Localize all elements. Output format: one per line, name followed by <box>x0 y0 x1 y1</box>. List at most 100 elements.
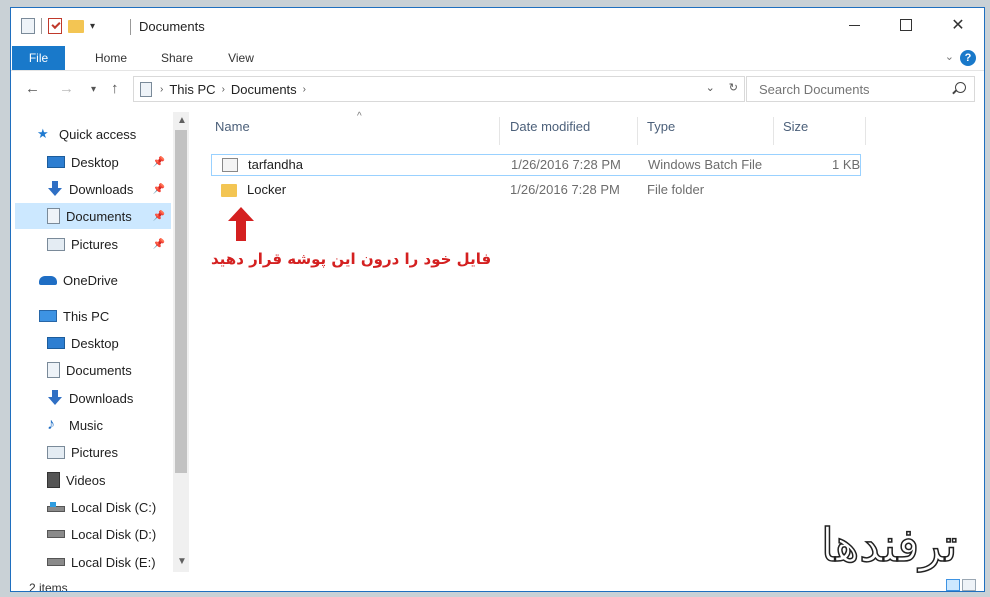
up-arrow-icon[interactable]: ↑ <box>111 80 119 97</box>
address-bar[interactable]: › This PC › Documents › ⌄ ↻ <box>133 76 745 102</box>
nav-scroll-thumb[interactable] <box>175 130 187 473</box>
refresh-icon[interactable]: ↻ <box>729 81 738 94</box>
file-name: Locker <box>247 182 287 197</box>
column-divider[interactable] <box>499 117 500 145</box>
nav-label: Pictures <box>71 236 118 252</box>
checkmark-icon[interactable] <box>48 18 62 34</box>
file-row[interactable]: tarfandha 1/26/2016 7:28 PM Windows Batc… <box>211 154 861 176</box>
large-icons-view-icon[interactable] <box>962 579 976 591</box>
nav-label: Documents <box>66 362 132 378</box>
nav-label: Downloads <box>69 181 134 197</box>
pin-icon[interactable]: 📌 <box>153 239 165 250</box>
file-size: 1 KB <box>832 157 861 172</box>
nav-quick-pictures[interactable]: Pictures 📌 <box>47 231 171 257</box>
breadcrumb-separator-icon[interactable]: › <box>222 84 225 95</box>
minimize-icon <box>848 24 860 26</box>
help-icon[interactable]: ? <box>960 50 976 66</box>
documents-location-icon <box>140 81 152 97</box>
nav-pc-music[interactable]: ♪ Music <box>47 412 171 438</box>
nav-pc-videos[interactable]: Videos <box>47 467 171 493</box>
title-bar: ▾ Documents ✕ <box>11 8 984 46</box>
tab-view[interactable]: View <box>213 46 269 70</box>
close-icon: ✕ <box>951 17 965 34</box>
breadcrumb-separator-icon[interactable]: › <box>303 84 306 95</box>
ribbon-tabs: File Home Share View ⌄ ? <box>11 46 984 71</box>
column-divider[interactable] <box>637 117 638 145</box>
red-arrow-annotation <box>228 207 254 241</box>
desktop-icon <box>47 337 65 349</box>
disk-drive-icon <box>47 558 65 566</box>
breadcrumb-this-pc[interactable]: This PC <box>169 82 215 97</box>
desktop-icon <box>47 156 65 168</box>
breadcrumb-documents[interactable]: Documents <box>231 82 297 97</box>
file-list: ^ Name Date modified Type Size tarfandha… <box>201 109 971 574</box>
pin-icon[interactable]: 📌 <box>153 211 165 222</box>
back-arrow-icon[interactable]: ← <box>25 80 40 97</box>
folder-icon <box>221 184 237 200</box>
expand-ribbon-chevron-icon[interactable]: ⌄ <box>945 50 954 63</box>
nav-pc-disk-d[interactable]: Local Disk (D:) <box>47 521 171 547</box>
documents-icon <box>47 208 60 224</box>
nav-quick-downloads[interactable]: Downloads 📌 <box>47 176 171 202</box>
pin-icon[interactable]: 📌 <box>153 184 165 195</box>
tab-home[interactable]: Home <box>83 46 139 70</box>
file-row[interactable]: Locker 1/26/2016 7:28 PM File folder <box>211 179 861 201</box>
toolbar-divider <box>41 18 42 34</box>
title-divider <box>130 19 131 35</box>
address-dropdown-chevron-icon[interactable]: ⌄ <box>706 81 715 94</box>
nav-pc-downloads[interactable]: Downloads <box>47 385 171 411</box>
nav-quick-documents[interactable]: Documents 📌 <box>15 203 171 229</box>
tab-share[interactable]: Share <box>149 46 205 70</box>
column-header-type[interactable]: Type <box>647 109 675 145</box>
new-folder-icon[interactable] <box>68 19 84 33</box>
status-item-count: 2 items <box>29 581 68 592</box>
nav-pc-disk-e[interactable]: Local Disk (E:) <box>47 549 171 575</box>
file-type: Windows Batch File <box>648 157 763 172</box>
nav-label: Quick access <box>59 126 137 142</box>
scroll-down-chevron-icon[interactable]: ▼ <box>177 556 187 567</box>
onedrive-icon <box>39 275 57 285</box>
search-box[interactable] <box>746 76 975 102</box>
nav-label: Music <box>69 417 103 433</box>
nav-quick-desktop[interactable]: Desktop 📌 <box>47 149 171 175</box>
column-header-date-modified[interactable]: Date modified <box>510 109 590 145</box>
batch-file-icon <box>222 158 238 175</box>
nav-pc-pictures[interactable]: Pictures <box>47 439 171 465</box>
nav-label: Documents <box>66 208 132 224</box>
minimize-button[interactable] <box>828 8 880 42</box>
recent-locations-chevron-icon[interactable]: ▾ <box>91 84 96 95</box>
breadcrumb-separator-icon[interactable]: › <box>160 84 163 95</box>
column-header-size[interactable]: Size <box>783 109 808 145</box>
column-header-name[interactable]: Name <box>215 109 250 145</box>
search-input[interactable] <box>757 80 951 98</box>
tab-file[interactable]: File <box>12 46 65 70</box>
sort-ascending-icon: ^ <box>357 111 362 122</box>
file-type: File folder <box>647 182 705 197</box>
videos-icon <box>47 472 60 488</box>
scroll-up-chevron-icon[interactable]: ▲ <box>177 115 187 126</box>
properties-icon[interactable] <box>21 18 35 34</box>
search-icon[interactable] <box>955 82 966 93</box>
nav-pc-desktop[interactable]: Desktop <box>47 330 171 356</box>
pictures-icon <box>47 237 65 251</box>
nav-label: Desktop <box>71 154 119 170</box>
nav-label: Local Disk (D:) <box>71 526 157 542</box>
customize-toolbar-chevron-icon[interactable]: ▾ <box>90 21 95 32</box>
documents-icon <box>47 362 60 378</box>
nav-pc-documents[interactable]: Documents <box>47 357 171 383</box>
window-title: Documents <box>139 19 205 34</box>
downloads-icon <box>47 181 63 197</box>
nav-label: Videos <box>66 472 106 488</box>
maximize-button[interactable] <box>880 8 932 42</box>
pin-icon[interactable]: 📌 <box>153 157 165 168</box>
details-view-icon[interactable] <box>946 579 960 591</box>
nav-label: Downloads <box>69 390 134 406</box>
column-divider[interactable] <box>773 117 774 145</box>
computer-icon <box>39 310 57 322</box>
forward-arrow-icon[interactable]: → <box>59 80 74 97</box>
column-divider[interactable] <box>865 117 866 145</box>
nav-label: Desktop <box>71 335 119 351</box>
close-button[interactable]: ✕ <box>932 8 984 42</box>
nav-pc-disk-c[interactable]: Local Disk (C:) <box>47 494 171 520</box>
file-date: 1/26/2016 7:28 PM <box>511 157 621 172</box>
